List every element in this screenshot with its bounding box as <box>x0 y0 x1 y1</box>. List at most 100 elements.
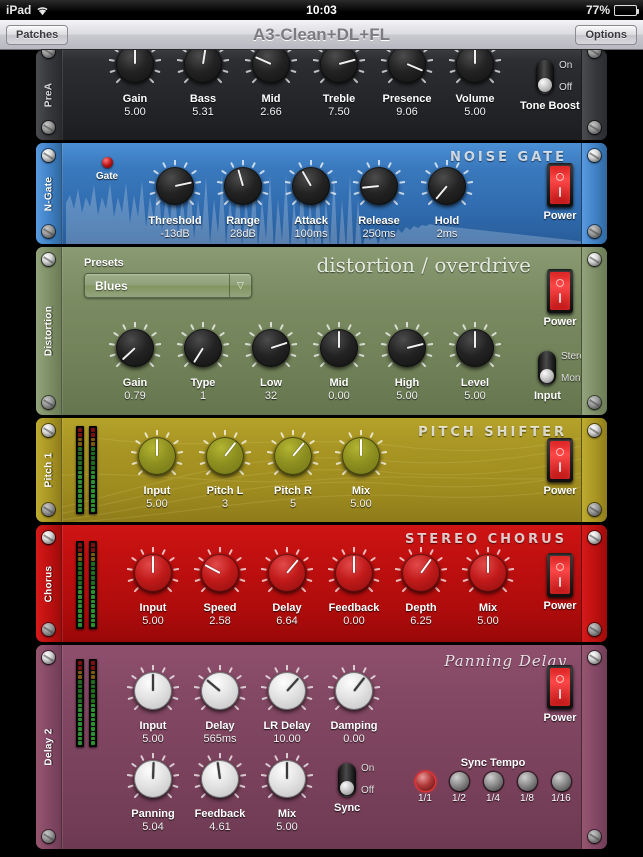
sync-tempo-group: Sync Tempo 1/1 1/2 1/4 1/8 1/16 <box>414 757 572 804</box>
knob-delay[interactable]: Delay 6.64 <box>254 546 320 628</box>
knob-damping[interactable]: Damping 0.00 <box>321 664 387 746</box>
power-button-panning-delay[interactable]: Power <box>532 665 588 724</box>
power-button-distortion[interactable]: Power <box>532 269 588 328</box>
knob-high[interactable]: High 5.00 <box>374 321 440 403</box>
power-bar-icon <box>558 689 562 700</box>
knob-depth[interactable]: Depth 6.25 <box>388 546 454 628</box>
knob-input[interactable]: Input 5.00 <box>124 429 190 511</box>
knob-panning[interactable]: Panning 5.04 <box>120 752 186 834</box>
power-rocker[interactable] <box>547 438 573 482</box>
power-rocker[interactable] <box>547 269 573 313</box>
knob-pitch-r[interactable]: Pitch R 5 <box>260 429 326 511</box>
sync-tempo-button-1-16[interactable]: 1/16 <box>550 772 572 804</box>
panel-body-preamp: Gain 5.00 Bass 5.31 Mid 2.66 Treble 7.50… <box>62 50 581 140</box>
knob-value: 5.00 <box>464 390 486 402</box>
screw-icon <box>588 651 601 664</box>
knob-bass[interactable]: Bass 5.31 <box>170 50 236 119</box>
knob-treble[interactable]: Treble 7.50 <box>306 50 372 119</box>
knob-pitch-l[interactable]: Pitch L 3 <box>192 429 258 511</box>
knob-feedback[interactable]: Feedback 4.61 <box>187 752 253 834</box>
screw-icon <box>588 121 601 134</box>
knob-presence[interactable]: Presence 9.06 <box>374 50 440 119</box>
panel-rail-label: Delay 2 <box>43 728 54 766</box>
knob-low[interactable]: Low 32 <box>238 321 304 403</box>
knob-attack[interactable]: Attack 100ms <box>278 159 344 241</box>
gate-led-label: Gate <box>95 171 119 182</box>
power-circle-icon <box>556 674 564 683</box>
knob-label: Feedback <box>194 808 246 820</box>
sync-tempo-button-1-4[interactable]: 1/4 <box>482 772 504 804</box>
toggle-switch-track[interactable] <box>338 763 356 797</box>
power-button-noise-gate[interactable]: Power <box>532 163 588 222</box>
knob-lr-delay[interactable]: LR Delay 10.00 <box>254 664 320 746</box>
toggle-tone-boost[interactable]: On Off <box>536 60 572 94</box>
panel-panning-delay: Delay 2 Panning Delay Input 5.00 Delay 5… <box>36 645 607 849</box>
knob-label: Mid <box>329 377 349 389</box>
sync-tempo-button-1-8[interactable]: 1/8 <box>516 772 538 804</box>
knob-pointer <box>474 50 476 64</box>
knob-mix[interactable]: Mix 5.00 <box>254 752 320 834</box>
power-rocker[interactable] <box>547 665 573 709</box>
presets-dropdown[interactable]: Blues ▽ <box>84 273 252 298</box>
knob-label: Feedback <box>328 602 380 614</box>
knob-gain[interactable]: Gain 5.00 <box>102 50 168 119</box>
knob-pointer <box>193 347 204 363</box>
knob-threshold[interactable]: Threshold -13dB <box>142 159 208 241</box>
power-rocker[interactable] <box>547 163 573 207</box>
knob-gain[interactable]: Gain 0.79 <box>102 321 168 403</box>
knob-value: 0.79 <box>124 390 146 402</box>
sync-tempo-button-1-1[interactable]: 1/1 <box>414 772 436 804</box>
options-button[interactable]: Options <box>575 24 637 45</box>
knob-pointer <box>338 331 340 348</box>
toggle-sync[interactable]: On Off <box>338 763 374 797</box>
power-circle-icon <box>556 278 564 287</box>
knob-speed[interactable]: Speed 2.58 <box>187 546 253 628</box>
knob-mix[interactable]: Mix 5.00 <box>455 546 521 628</box>
knob-label: High <box>394 377 420 389</box>
chevron-down-icon[interactable]: ▽ <box>229 274 251 297</box>
knob-label: Delay <box>205 720 235 732</box>
screw-icon <box>42 396 55 409</box>
knob-mid[interactable]: Mid 2.66 <box>238 50 304 119</box>
knob-input[interactable]: Input 5.00 <box>120 546 186 628</box>
power-button-pitch-shifter[interactable]: Power <box>532 438 588 497</box>
knob-feedback[interactable]: Feedback 0.00 <box>321 546 387 628</box>
screw-icon <box>42 149 55 162</box>
knob-label: Input <box>139 602 167 614</box>
power-button-stereo-chorus[interactable]: Power <box>532 553 588 612</box>
knob-pointer <box>353 556 355 573</box>
toggle-switch-track[interactable] <box>538 351 556 385</box>
knob-label: Pitch R <box>274 485 312 497</box>
sync-tempo-label: 1/8 <box>520 793 534 804</box>
knob-pointer <box>406 63 424 72</box>
knob-volume[interactable]: Volume 5.00 <box>442 50 508 119</box>
knob-value: 5.00 <box>350 498 372 510</box>
sync-tempo-button-1-2[interactable]: 1/2 <box>448 772 470 804</box>
knob-pointer <box>204 564 221 574</box>
rail-left-distortion: Distortion <box>36 247 62 415</box>
knob-input[interactable]: Input 5.00 <box>120 664 186 746</box>
knob-pointer <box>152 674 154 691</box>
knob-range[interactable]: Range 28dB <box>210 159 276 241</box>
knob-level[interactable]: Level 5.00 <box>442 321 508 403</box>
knob-pointer <box>487 556 489 573</box>
knob-value: 5.00 <box>142 733 164 745</box>
screw-icon <box>42 225 55 238</box>
patches-button[interactable]: Patches <box>6 24 69 45</box>
sync-tempo-led <box>517 772 537 791</box>
panel-rail-label: Chorus <box>43 565 54 602</box>
knob-delay[interactable]: Delay 565ms <box>187 664 253 746</box>
knob-mid[interactable]: Mid 0.00 <box>306 321 372 403</box>
power-circle-icon <box>556 172 564 181</box>
power-rocker[interactable] <box>547 553 573 597</box>
knob-release[interactable]: Release 250ms <box>346 159 412 241</box>
knob-mix[interactable]: Mix 5.00 <box>328 429 394 511</box>
sync-tempo-label: 1/1 <box>418 793 432 804</box>
knob-label: Bass <box>189 93 217 105</box>
knob-value: 5.00 <box>464 106 486 118</box>
knob-type[interactable]: Type 1 <box>170 321 236 403</box>
sync-tempo-led <box>551 772 571 791</box>
screw-icon <box>42 253 55 266</box>
knob-hold[interactable]: Hold 2ms <box>414 159 480 241</box>
toggle-switch-track[interactable] <box>536 60 554 94</box>
